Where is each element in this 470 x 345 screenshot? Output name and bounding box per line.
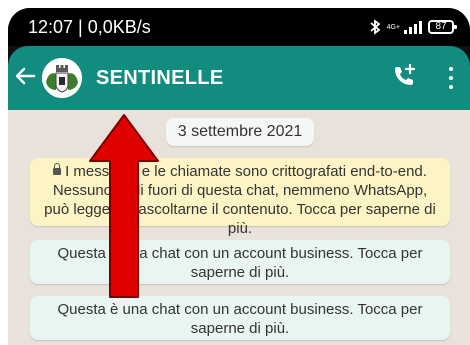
header-actions — [392, 63, 454, 94]
status-bar: 12:07 | 0,0KB/s 4G+ 87 — [8, 8, 470, 46]
avatar[interactable] — [42, 58, 82, 98]
chat-header: SENTINELLE — [8, 46, 470, 110]
arrow-left-icon — [15, 67, 36, 85]
chat-title[interactable]: SENTINELLE — [96, 67, 223, 90]
status-left: 12:07 | 0,0KB/s — [28, 17, 151, 38]
red-arrow-annotation — [89, 114, 159, 298]
red-arrow-icon — [89, 114, 159, 298]
business-notice-2[interactable]: Questa è una chat con un account busines… — [30, 296, 450, 340]
date-separator: 3 settembre 2021 — [166, 118, 314, 146]
battery-level: 87 — [435, 21, 447, 32]
business-notice-text-2: Questa è una chat con un account busines… — [57, 301, 423, 337]
lock-icon — [53, 163, 62, 175]
add-call-icon — [395, 63, 416, 85]
battery-icon: 87 — [428, 20, 457, 34]
more-vertical-icon[interactable] — [448, 67, 454, 89]
status-time: 12:07 | 0,0KB/s — [28, 16, 151, 37]
signal-icon — [404, 20, 422, 34]
bluetooth-icon — [369, 19, 380, 35]
coat-of-arms-icon — [42, 58, 82, 98]
status-right: 4G+ 87 — [369, 19, 457, 35]
chat-area[interactable]: 3 settembre 2021 I messaggi e le chiamat… — [8, 110, 470, 345]
network-type: 4G+ — [386, 23, 400, 31]
back-button[interactable] — [14, 65, 38, 91]
add-call-button[interactable] — [392, 63, 418, 94]
phone-screen: 12:07 | 0,0KB/s 4G+ 87 SENTINELLE 3 sett… — [8, 8, 470, 345]
